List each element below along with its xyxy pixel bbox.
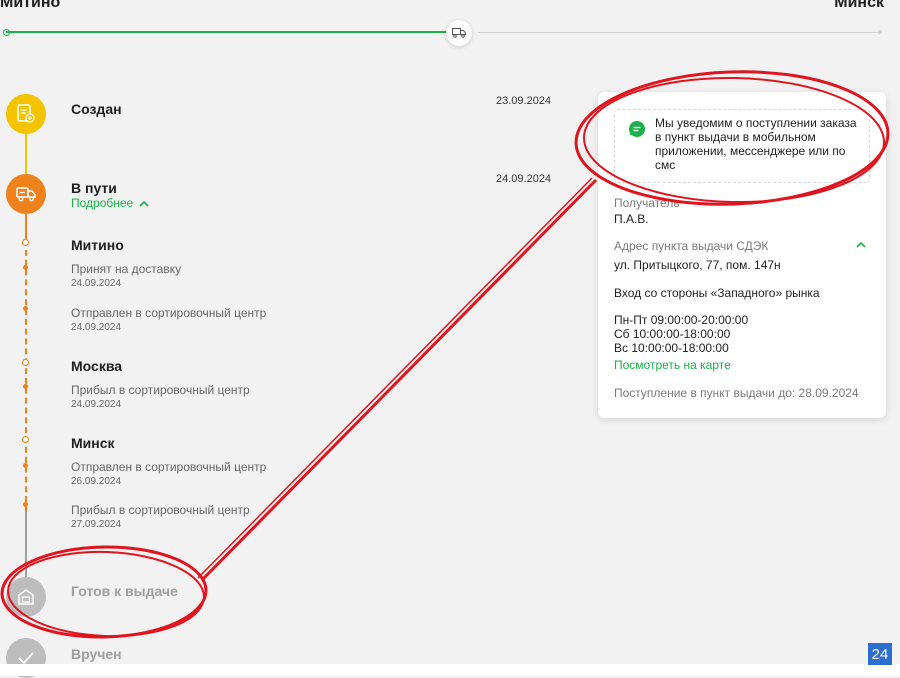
recipient-value: П.А.В. (614, 212, 649, 226)
step-ready-badge (6, 577, 46, 617)
stop-city-mitino: Митино (71, 237, 124, 253)
corner-badge: 24 (868, 643, 892, 665)
event-date: 24.09.2024 (71, 399, 122, 410)
step-delivered-title: Вручен (71, 646, 122, 662)
details-toggle-label: Подробнее (71, 196, 134, 210)
event-marker (23, 265, 28, 270)
timeline-segment-created (25, 132, 27, 174)
route-remaining-line (478, 32, 882, 33)
step-created-date: 23.09.2024 (496, 95, 552, 107)
document-plus-icon (17, 104, 35, 123)
entrance-note: Вход со стороны «Западного» рынка (614, 286, 820, 300)
route-truck-badge (446, 20, 472, 46)
stop-marker-mitino (22, 239, 29, 246)
step-transit-date: 24.09.2024 (496, 173, 552, 185)
check-icon (18, 652, 34, 665)
step-ready-title: Готов к выдаче (71, 583, 178, 599)
hours-saturday: Сб 10:00:00-18:00:00 (614, 327, 731, 341)
route-progress-line (6, 31, 458, 33)
truck-icon (16, 187, 36, 202)
event-marker (23, 384, 28, 389)
event-text: Отправлен в сортировочный центр (71, 460, 267, 474)
event-date: 27.09.2024 (71, 519, 122, 530)
chat-bubble-icon (629, 121, 645, 137)
bottom-strip (0, 664, 900, 676)
stop-city-moscow: Москва (71, 358, 123, 374)
arrival-deadline: Поступление в пункт выдачи до: 28.09.202… (614, 386, 859, 400)
route-destination: Минск (834, 0, 884, 11)
timeline-segment-transit (25, 212, 27, 240)
details-toggle[interactable]: Подробнее (71, 196, 149, 210)
step-transit-title: В пути (71, 180, 117, 196)
pickup-box-icon (18, 589, 34, 605)
chevron-up-icon (139, 200, 149, 207)
step-transit-badge (6, 174, 46, 214)
timeline-dashed-segment (25, 240, 27, 512)
annotation-connector-2 (197, 177, 593, 579)
stop-city-minsk: Минск (71, 435, 115, 451)
notice-text: Мы уведомим о поступлении заказа в пункт… (655, 116, 857, 172)
event-text: Принят на доставку (71, 262, 182, 276)
address-label: Адрес пункта выдачи СДЭК (614, 239, 769, 253)
event-text: Прибыл в сортировочный центр (71, 383, 250, 397)
pickup-info-card: Мы уведомим о поступлении заказа в пункт… (598, 92, 886, 418)
event-date: 26.09.2024 (71, 476, 122, 487)
recipient-label: Получатель (614, 196, 680, 210)
notification-notice: Мы уведомим о поступлении заказа в пункт… (614, 109, 870, 183)
step-created-badge (6, 94, 46, 134)
event-date: 24.09.2024 (71, 278, 122, 289)
chevron-up-icon[interactable] (856, 241, 866, 248)
step-created-title: Создан (71, 101, 122, 117)
event-text: Прибыл в сортировочный центр (71, 503, 250, 517)
event-text: Отправлен в сортировочный центр (71, 306, 267, 320)
route-end-marker (878, 30, 882, 34)
hours-sunday: Вс 10:00:00-18:00:00 (614, 341, 729, 355)
truck-icon (452, 28, 466, 38)
stop-marker-moscow (22, 359, 29, 366)
event-marker (23, 502, 28, 507)
stop-marker-minsk (22, 436, 29, 443)
route-origin: Митино (0, 0, 61, 11)
view-on-map-link[interactable]: Посмотреть на карте (614, 358, 731, 372)
timeline-segment-pending (25, 512, 27, 580)
event-marker (23, 306, 28, 311)
event-date: 24.09.2024 (71, 322, 122, 333)
annotation-connector (200, 178, 598, 582)
hours-weekdays: Пн-Пт 09:00:00-20:00:00 (614, 313, 749, 327)
event-marker (23, 463, 28, 468)
address-value: ул. Притыцкого, 77, пом. 147н (614, 258, 781, 272)
